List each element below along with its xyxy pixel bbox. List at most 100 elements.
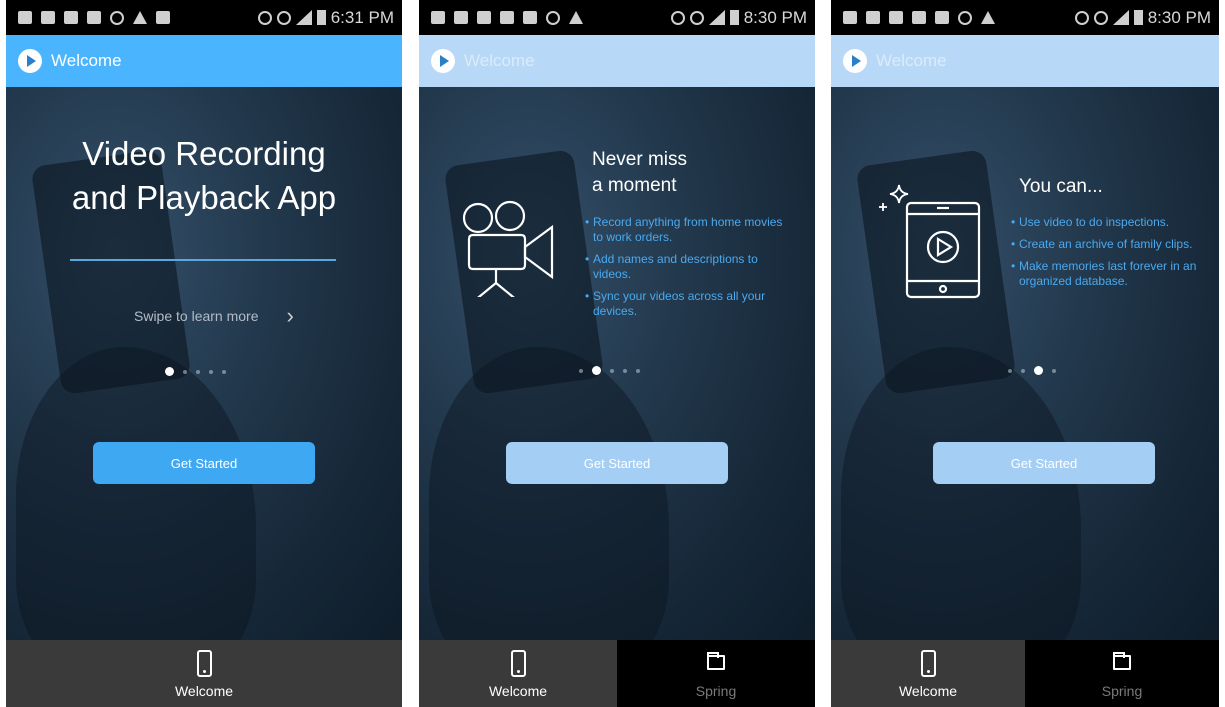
phone-icon — [510, 650, 526, 677]
battery-icon — [729, 10, 739, 25]
tab-welcome[interactable]: Welcome — [6, 640, 402, 707]
signal-icon — [708, 10, 725, 25]
status-right: 8:30 PM — [670, 7, 815, 28]
status-right: 8:30 PM — [1074, 7, 1219, 28]
page-dot — [209, 369, 213, 374]
page-title-line-2: and Playback App — [71, 179, 337, 216]
sync-icon — [110, 10, 124, 25]
gallery-icon — [87, 11, 101, 24]
page-dot — [579, 368, 583, 373]
app-bar: Welcome — [831, 35, 1219, 87]
app-bar-title: Welcome — [51, 51, 122, 70]
feature-list: Record anything from home movies to work… — [585, 215, 792, 326]
page-dot — [1052, 368, 1056, 373]
list-item: Create an archive of family clips. — [1011, 237, 1213, 252]
sync-icon — [546, 10, 560, 25]
status-time: 8:30 PM — [1147, 7, 1211, 27]
phone-icon — [196, 650, 212, 677]
page-dot-active — [1034, 366, 1043, 375]
app-bar-title: Welcome — [464, 51, 535, 70]
page-indicator — [1008, 366, 1056, 375]
usb-icon — [454, 11, 468, 24]
list-item: Sync your videos across all your devices… — [585, 289, 792, 319]
image-icon — [889, 11, 903, 24]
tab-spring[interactable]: Spring — [617, 640, 815, 707]
swipe-hint-label: Swipe to learn more — [134, 308, 259, 324]
signal-icon — [295, 10, 312, 25]
tab-spring-label: Spring — [695, 683, 737, 699]
folder-icon — [1113, 652, 1131, 670]
usb-icon — [866, 11, 880, 24]
page-dot — [623, 368, 627, 373]
tab-spring[interactable]: Spring — [1025, 640, 1219, 707]
tab-welcome[interactable]: Welcome — [419, 640, 617, 707]
tab-welcome-label: Welcome — [488, 683, 548, 699]
usb-icon — [41, 11, 55, 24]
chevron-right-icon: › — [286, 303, 294, 328]
page-title-line-1: Video Recording — [82, 135, 326, 172]
page-dot-active — [592, 366, 601, 375]
page-dot — [183, 369, 187, 374]
status-bar: 8:30 PM — [831, 0, 1219, 35]
page-title-line-2: a moment — [592, 175, 677, 196]
warning-icon — [133, 11, 147, 24]
onboarding-hero[interactable]: You can... Use video to do inspections. … — [831, 87, 1219, 640]
video-camera-icon — [462, 200, 554, 297]
contact-icon — [156, 11, 170, 24]
app-bar-title: Welcome — [876, 51, 947, 70]
get-started-button[interactable]: Get Started — [933, 442, 1155, 484]
onboarding-hero[interactable]: Never miss a moment Record anything from… — [419, 87, 815, 640]
page-dot — [636, 368, 640, 373]
list-item: Make memories last forever in an organiz… — [1011, 259, 1213, 289]
page-dot — [1008, 368, 1012, 373]
tab-spring-label: Spring — [1101, 683, 1143, 699]
notification-icon — [18, 11, 32, 24]
status-right: 6:31 PM — [257, 7, 402, 28]
alarm-icon — [670, 10, 685, 25]
warning-icon — [981, 11, 995, 24]
gmail-icon — [523, 11, 537, 24]
list-item: Use video to do inspections. — [1011, 215, 1213, 230]
notification-icon — [431, 11, 445, 24]
list-item: Add names and descriptions to videos. — [585, 252, 792, 282]
bottom-nav: Welcome — [6, 640, 402, 707]
status-time: 8:30 PM — [743, 7, 807, 27]
swipe-hint[interactable]: Swipe to learn more › — [134, 303, 294, 329]
onboarding-hero[interactable]: Video Recording and Playback App Swipe t… — [6, 87, 402, 640]
phone-screen-2: 8:30 PM Welcome Never miss a moment Reco… — [419, 0, 815, 707]
get-started-button[interactable]: Get Started — [506, 442, 728, 484]
page-indicator — [579, 366, 640, 375]
page-dot-active — [165, 367, 174, 376]
folder-icon — [707, 652, 725, 670]
bottom-nav: Welcome Spring — [419, 640, 815, 707]
page-dot — [222, 369, 226, 374]
notification-icons — [419, 10, 583, 25]
page-indicator — [165, 367, 226, 376]
app-logo-icon — [843, 49, 867, 73]
tab-welcome[interactable]: Welcome — [831, 640, 1025, 707]
phone-screen-3: 8:30 PM Welcome You can... Use video to … — [831, 0, 1219, 707]
get-started-button[interactable]: Get Started — [93, 442, 315, 484]
wifi-icon — [689, 10, 704, 25]
tablet-play-icon — [905, 201, 981, 299]
alarm-icon — [257, 10, 272, 25]
alarm-icon — [1074, 10, 1089, 25]
notification-icon — [843, 11, 857, 24]
notification-icons — [831, 10, 995, 25]
battery-icon — [1133, 10, 1143, 25]
title-divider — [70, 259, 336, 261]
phone-icon — [920, 650, 936, 677]
page-dot — [610, 368, 614, 373]
status-time: 6:31 PM — [330, 7, 394, 27]
status-bar: 6:31 PM — [6, 0, 402, 35]
gmail-icon — [935, 11, 949, 24]
app-logo-icon — [431, 49, 455, 73]
wifi-icon — [1093, 10, 1108, 25]
mail-icon — [500, 11, 514, 24]
page-dot — [1021, 368, 1025, 373]
warning-icon — [569, 11, 583, 24]
image-icon — [64, 11, 78, 24]
app-bar: Welcome — [419, 35, 815, 87]
battery-icon — [316, 10, 326, 25]
list-item: Record anything from home movies to work… — [585, 215, 792, 245]
